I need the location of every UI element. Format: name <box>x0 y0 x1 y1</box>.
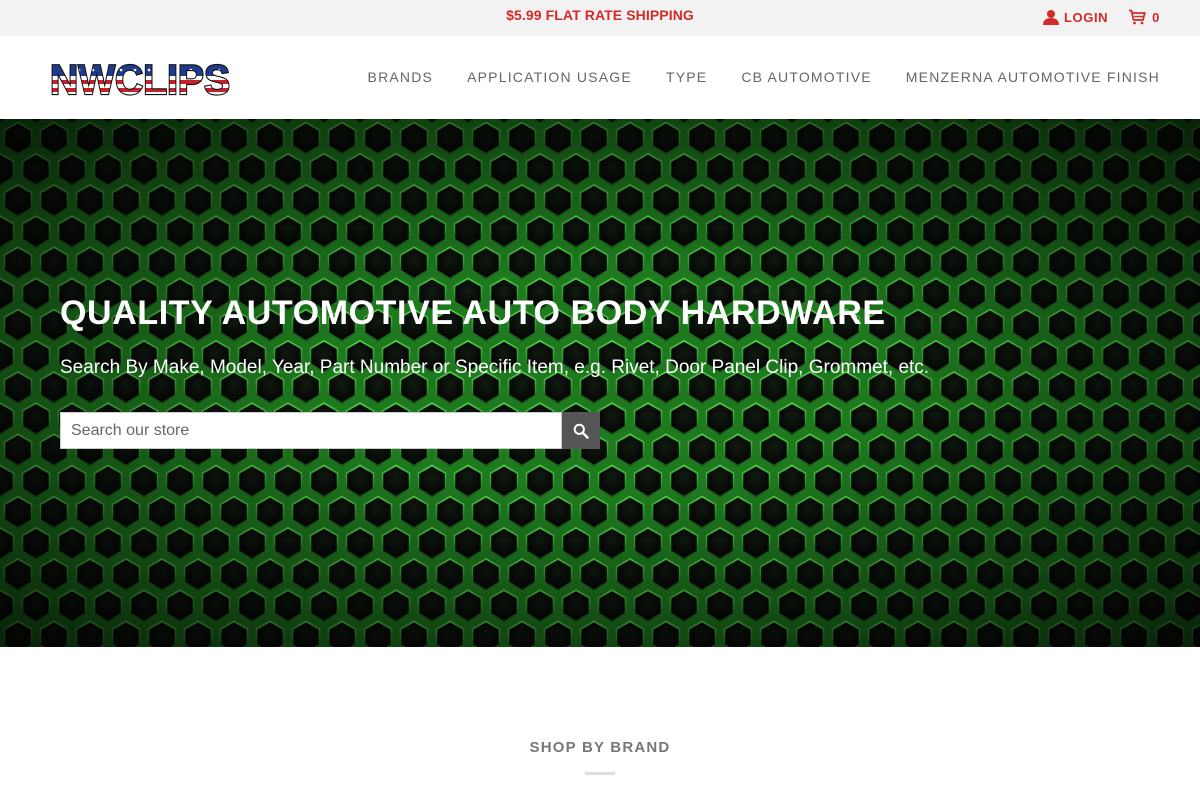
main-nav: BRANDS APPLICATION USAGE TYPE CB AUTOMOT… <box>334 69 1160 85</box>
user-icon <box>1042 10 1059 25</box>
nav-item-type[interactable]: TYPE <box>666 69 707 85</box>
search-button[interactable] <box>562 412 600 449</box>
login-label: LOGIN <box>1063 9 1109 25</box>
hero-vignette <box>0 119 1200 647</box>
site-header: NWCLIPS BRANDS APPLICATION USAGE TYPE CB… <box>0 36 1200 119</box>
section-divider <box>585 772 615 775</box>
hero-title: QUALITY AUTOMOTIVE AUTO BODY HARDWARE <box>60 294 886 332</box>
site-logo[interactable]: NWCLIPS <box>48 56 232 100</box>
shop-by-brand-heading: SHOP BY BRAND <box>529 739 671 756</box>
cart-icon <box>1129 9 1146 25</box>
top-bar: $5.99 FLAT RATE SHIPPING LOGIN 0 <box>0 0 1200 36</box>
cart-link[interactable]: 0 <box>1128 9 1160 25</box>
search-form <box>60 412 600 449</box>
nav-item-cb-automotive[interactable]: CB AUTOMOTIVE <box>741 69 871 85</box>
login-link[interactable]: LOGIN <box>1042 9 1108 25</box>
nav-item-brands[interactable]: BRANDS <box>368 69 434 85</box>
nav-item-menzerna[interactable]: MENZERNA AUTOMOTIVE FINISH <box>906 69 1160 85</box>
cart-count: 0 <box>1152 9 1160 25</box>
search-icon <box>573 423 589 439</box>
account-links: LOGIN 0 <box>1042 9 1160 25</box>
hero-banner: QUALITY AUTOMOTIVE AUTO BODY HARDWARE Se… <box>0 119 1200 647</box>
hero-subtitle: Search By Make, Model, Year, Part Number… <box>60 357 930 378</box>
nav-item-application-usage[interactable]: APPLICATION USAGE <box>467 69 632 85</box>
logo-text: NWCLIPS <box>50 56 230 100</box>
shipping-promo: $5.99 FLAT RATE SHIPPING <box>506 7 694 23</box>
search-input[interactable] <box>60 412 562 449</box>
